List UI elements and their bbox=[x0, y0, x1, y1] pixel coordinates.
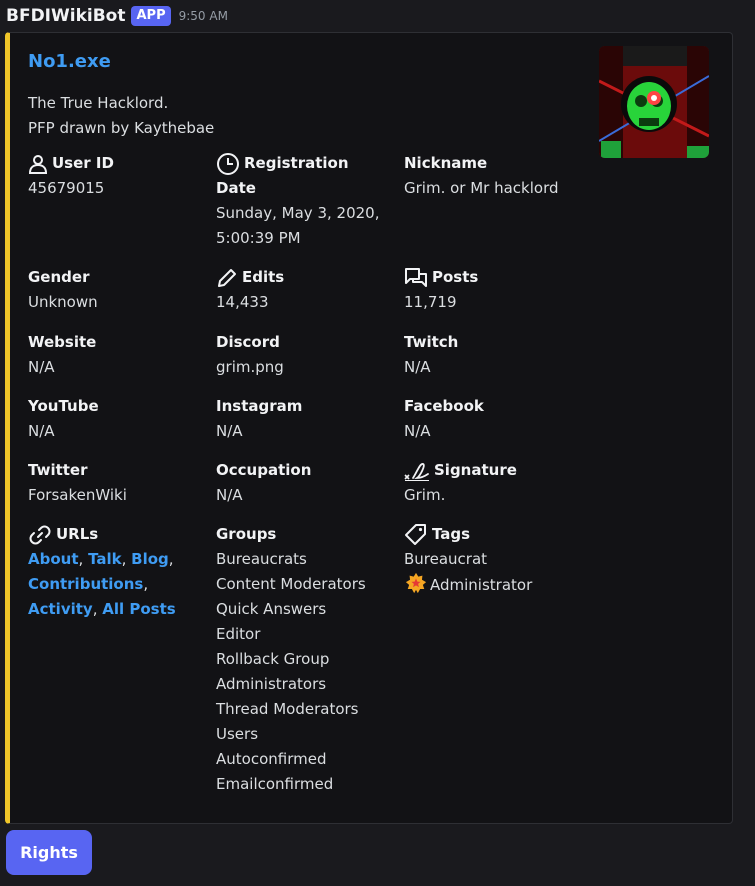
field-nickname: Nickname Grim. or Mr hacklord bbox=[404, 151, 584, 201]
link-separator: , bbox=[168, 550, 174, 568]
field-name: Instagram bbox=[216, 397, 303, 415]
field-value: N/A bbox=[216, 486, 243, 504]
link-activity[interactable]: Activity bbox=[28, 600, 93, 618]
field-instagram: Instagram N/A bbox=[216, 394, 396, 444]
field-signature: Signature Grim. bbox=[404, 458, 584, 508]
field-user-id: User ID 45679015 bbox=[28, 151, 208, 201]
pencil-icon bbox=[218, 268, 236, 287]
field-name: Groups bbox=[216, 525, 277, 543]
field-name: Discord bbox=[216, 333, 280, 351]
field-value: N/A bbox=[404, 358, 431, 376]
link-all-posts[interactable]: All Posts bbox=[102, 600, 175, 618]
field-value: 11,719 bbox=[404, 293, 457, 311]
admin-star-badge-icon bbox=[405, 572, 427, 594]
field-twitter: Twitter ForsakenWiki bbox=[28, 458, 208, 508]
description-line: The True Hacklord. bbox=[28, 94, 169, 112]
embed-description: The True Hacklord. PFP drawn by Kaytheba… bbox=[28, 91, 214, 141]
tag-item: Bureaucrat bbox=[404, 550, 488, 568]
link-about[interactable]: About bbox=[28, 550, 79, 568]
field-value: N/A bbox=[28, 358, 55, 376]
group-item: Users bbox=[216, 725, 259, 743]
rights-button[interactable]: Rights bbox=[6, 830, 92, 875]
field-value: Sunday, May 3, 2020, bbox=[216, 204, 380, 222]
field-value: grim.png bbox=[216, 358, 284, 376]
group-item: Rollback Group bbox=[216, 650, 330, 668]
field-name: Twitch bbox=[404, 333, 459, 351]
field-value: N/A bbox=[28, 422, 55, 440]
field-occupation: Occupation N/A bbox=[216, 458, 396, 508]
link-separator: , bbox=[143, 575, 149, 593]
group-item: Editor bbox=[216, 625, 261, 643]
field-name: Website bbox=[28, 333, 97, 351]
field-name: YouTube bbox=[28, 397, 99, 415]
field-name: Posts bbox=[432, 268, 479, 286]
message-header: BFDIWikiBot APP 9:50 AM bbox=[6, 3, 228, 29]
field-groups: Groups Bureaucrats Content Moderators Qu… bbox=[216, 522, 396, 797]
link-separator: , bbox=[78, 550, 89, 568]
link-icon bbox=[29, 525, 51, 544]
field-value: Grim. or Mr hacklord bbox=[404, 179, 559, 197]
field-name: User ID bbox=[52, 154, 114, 172]
field-youtube: YouTube N/A bbox=[28, 394, 208, 444]
bot-name[interactable]: BFDIWikiBot bbox=[6, 6, 125, 26]
user-icon bbox=[28, 154, 48, 174]
field-value: N/A bbox=[404, 422, 431, 440]
skull-avatar-image bbox=[599, 46, 709, 158]
group-item: Emailconfirmed bbox=[216, 775, 334, 793]
field-name: Edits bbox=[242, 268, 285, 286]
field-value: 5:00:39 PM bbox=[216, 229, 301, 247]
field-name: URLs bbox=[56, 525, 99, 543]
field-name: Gender bbox=[28, 268, 90, 286]
field-value: ForsakenWiki bbox=[28, 486, 127, 504]
field-website: Website N/A bbox=[28, 330, 208, 380]
link-contributions[interactable]: Contributions bbox=[28, 575, 143, 593]
field-tags: Tags Bureaucrat Administrator bbox=[404, 522, 584, 598]
thumbnail-image[interactable] bbox=[599, 46, 709, 158]
field-name: Nickname bbox=[404, 154, 488, 172]
field-value: 14,433 bbox=[216, 293, 269, 311]
tag-label: Administrator bbox=[430, 576, 533, 594]
field-twitch: Twitch N/A bbox=[404, 330, 584, 380]
field-value: N/A bbox=[216, 422, 243, 440]
field-edits: Edits 14,433 bbox=[216, 265, 396, 315]
field-urls: URLs About, Talk, Blog, Contributions, A… bbox=[28, 522, 208, 622]
timestamp[interactable]: 9:50 AM bbox=[179, 9, 228, 23]
group-item: Autoconfirmed bbox=[216, 750, 327, 768]
tag-item-administrator: Administrator bbox=[404, 572, 584, 598]
field-registration-date: Registration Date Sunday, May 3, 2020, 5… bbox=[216, 151, 396, 251]
field-value: Grim. bbox=[404, 486, 446, 504]
link-talk[interactable]: Talk bbox=[88, 550, 122, 568]
field-name: Tags bbox=[432, 525, 471, 543]
field-name: Twitter bbox=[28, 461, 88, 479]
group-item: Bureaucrats bbox=[216, 550, 307, 568]
field-gender: Gender Unknown bbox=[28, 265, 208, 315]
field-facebook: Facebook N/A bbox=[404, 394, 584, 444]
field-posts: Posts 11,719 bbox=[404, 265, 584, 315]
description-line: PFP drawn by Kaythebae bbox=[28, 119, 215, 137]
field-name: Registration bbox=[244, 154, 349, 172]
field-name: Signature bbox=[434, 461, 517, 479]
chat-bubbles-icon bbox=[405, 267, 427, 287]
link-blog[interactable]: Blog bbox=[131, 550, 169, 568]
embed-title[interactable]: No1.exe bbox=[28, 51, 111, 72]
group-item: Quick Answers bbox=[216, 600, 327, 618]
group-item: Administrators bbox=[216, 675, 327, 693]
group-item: Thread Moderators bbox=[216, 700, 359, 718]
link-separator: , bbox=[121, 550, 132, 568]
clock-icon bbox=[217, 153, 239, 175]
link-separator: , bbox=[92, 600, 103, 618]
embed-card: No1.exe The True Hacklord. PFP drawn by … bbox=[5, 32, 733, 824]
field-discord: Discord grim.png bbox=[216, 330, 396, 380]
signature-icon bbox=[404, 462, 429, 481]
field-name: Facebook bbox=[404, 397, 484, 415]
field-value: 45679015 bbox=[28, 179, 105, 197]
tag-icon bbox=[405, 523, 426, 545]
field-value: Unknown bbox=[28, 293, 98, 311]
group-item: Content Moderators bbox=[216, 575, 366, 593]
app-badge: APP bbox=[131, 6, 171, 26]
field-name-continued: Date bbox=[216, 179, 256, 197]
field-name: Occupation bbox=[216, 461, 312, 479]
